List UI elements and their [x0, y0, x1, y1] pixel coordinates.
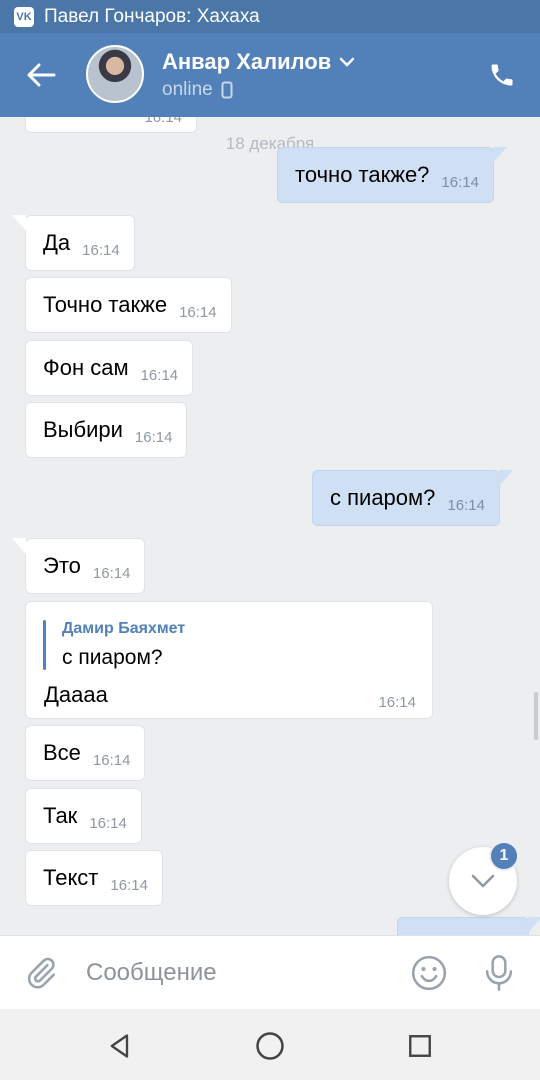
quoted-text: с пиаром? [62, 646, 163, 669]
message-bubble-outgoing[interactable]: с пиаром? 16:14 [312, 470, 513, 526]
quoted-author[interactable]: Дамир Баяхмет [62, 620, 185, 638]
message-time: 16:14 [89, 814, 127, 832]
triangle-back-icon [110, 1034, 129, 1058]
emoji-button[interactable] [408, 952, 450, 994]
notification-text: Павел Гончаров: Хахаха [44, 5, 260, 27]
smiley-icon [411, 955, 447, 991]
message-time: 16:14 [92, 751, 131, 769]
arrow-left-icon [27, 63, 56, 87]
message-text: Да [43, 230, 71, 255]
status-bar: VK Павел Гончаров: Хахаха [0, 0, 540, 33]
message-time: 16:14 [378, 694, 416, 711]
chevron-down-icon [471, 874, 495, 888]
message-time: 16:14 [441, 173, 479, 191]
unread-count-badge: 1 [489, 841, 519, 871]
chat-header: Анвар Халилов online [0, 33, 540, 117]
message-bubble-incoming[interactable]: Выбири 16:14 [25, 402, 188, 458]
message-bubble-outgoing[interactable]: точно также? 16:14 [277, 147, 507, 203]
square-recents-icon [409, 1035, 431, 1057]
message-time: 16:14 [92, 564, 131, 582]
message-list[interactable]: 16:14 18 декабря точно также? 16:14 Да 1… [0, 117, 540, 935]
message-bubble-incoming[interactable]: Так 16:14 [25, 788, 142, 844]
avatar[interactable] [86, 45, 144, 103]
scrollbar[interactable] [534, 692, 538, 740]
message-text: Выбири [43, 417, 123, 442]
message-text: Все [43, 740, 81, 765]
nav-back-button[interactable] [100, 1026, 140, 1066]
message-time: 16:14 [82, 241, 120, 259]
system-nav-bar [0, 1009, 540, 1080]
back-button[interactable] [18, 55, 64, 95]
message-text: Даааа [44, 682, 108, 707]
message-bubble-incoming[interactable]: Все 16:14 [25, 725, 146, 781]
circle-home-icon [256, 1032, 284, 1060]
message-bubble-incoming[interactable]: Точно также 16:14 [25, 277, 232, 333]
paperclip-icon [27, 957, 56, 989]
message-input[interactable] [86, 952, 386, 994]
message-composer [0, 935, 540, 1009]
chevron-down-icon [340, 57, 355, 67]
message-bubble-outgoing-partial[interactable] [397, 917, 540, 935]
message-time: 16:14 [179, 303, 217, 321]
call-button[interactable] [482, 55, 522, 95]
nav-home-button[interactable] [250, 1026, 290, 1066]
message-text: точно также? [295, 162, 430, 187]
message-text: Так [43, 803, 78, 828]
message-bubble-reply[interactable]: Дамир Баяхмет с пиаром? Даааа 16:14 [25, 601, 433, 719]
message-time: 16:14 [110, 876, 148, 894]
message-text: с пиаром? [330, 485, 436, 510]
contact-name[interactable]: Анвар Халилов [162, 49, 355, 75]
nav-recents-button[interactable] [400, 1026, 440, 1066]
mobile-phone-icon [221, 81, 233, 99]
message-bubble-partial[interactable]: 16:14 [25, 117, 197, 133]
message-time: 16:14 [140, 366, 179, 384]
message-time: 16:14 [134, 428, 173, 446]
message-time: 16:14 [447, 496, 485, 514]
attach-button[interactable] [20, 952, 62, 994]
message-text: Текст [43, 865, 99, 890]
message-bubble-incoming[interactable]: Это 16:14 [11, 538, 146, 594]
microphone-icon [485, 955, 513, 991]
vk-logo-icon: VK [14, 6, 34, 27]
voice-message-button[interactable] [478, 952, 520, 994]
contact-name-label: Анвар Халилов [162, 49, 332, 74]
contact-status: online [162, 79, 233, 101]
message-bubble-incoming[interactable]: Да 16:14 [12, 215, 135, 271]
message-text: Это [43, 553, 81, 578]
contact-status-label: online [162, 79, 213, 100]
message-time: 16:14 [144, 117, 182, 126]
message-bubble-incoming[interactable]: Текст 16:14 [25, 850, 163, 906]
message-bubble-incoming[interactable]: Фон сам 16:14 [25, 340, 194, 396]
phone-icon [491, 64, 513, 86]
message-text: Фон сам [43, 355, 129, 380]
message-text: Точно также [43, 292, 168, 317]
quote-bar [43, 620, 46, 670]
